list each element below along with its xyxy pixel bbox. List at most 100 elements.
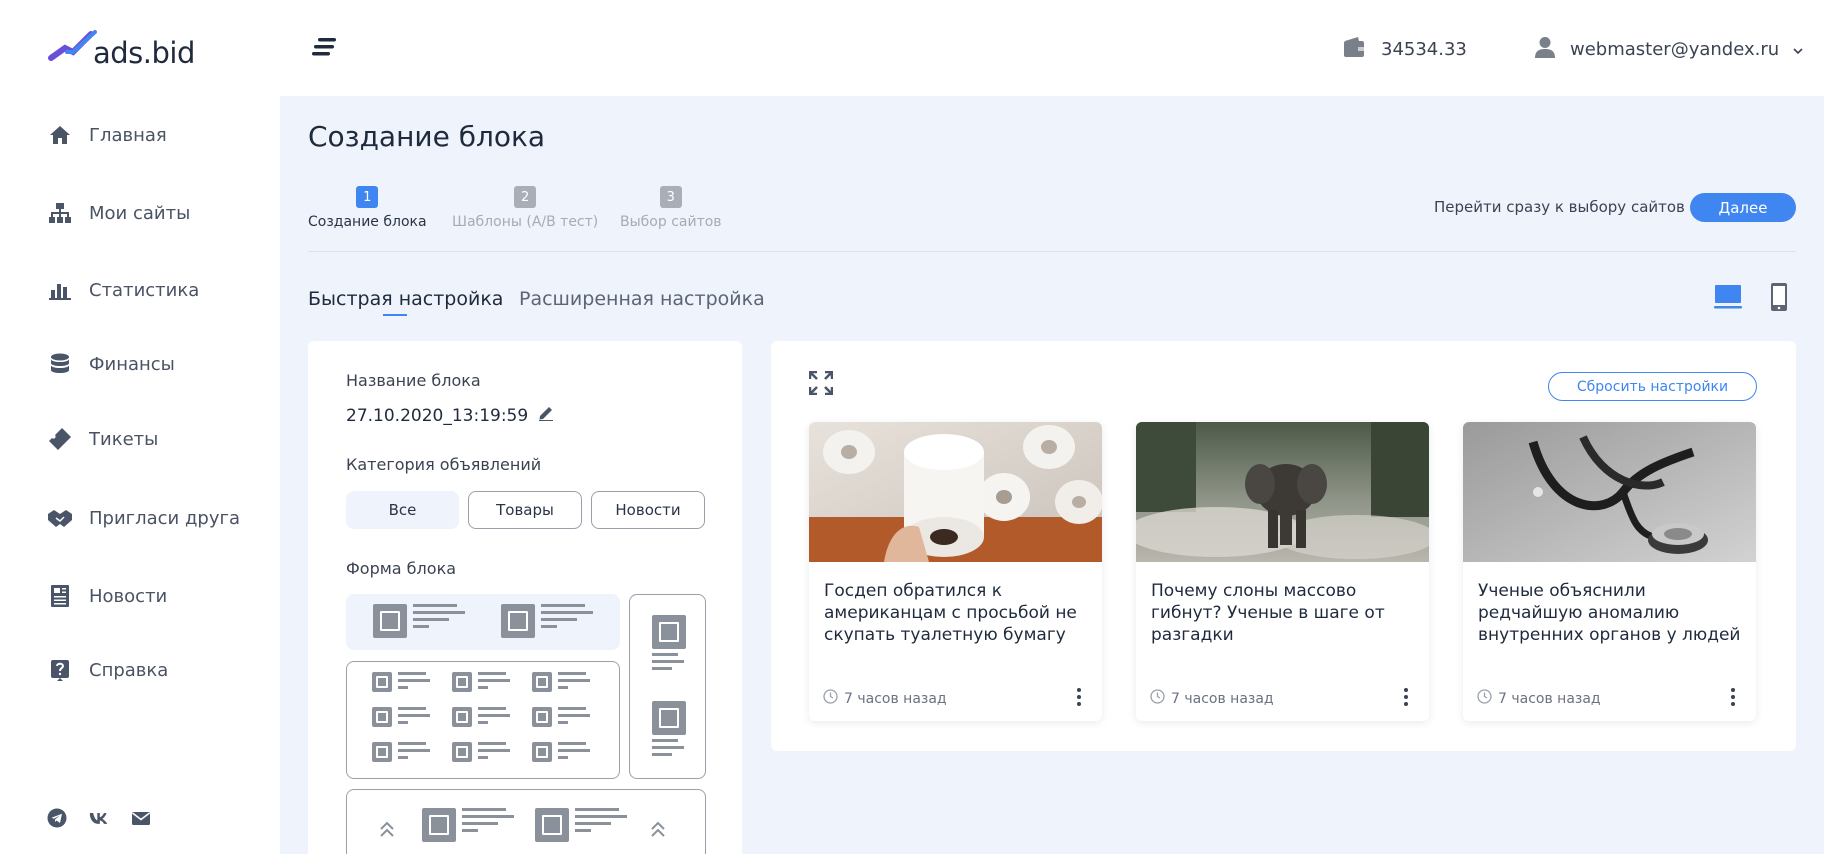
step-number: 3 — [659, 186, 682, 208]
step-label: Создание блока — [308, 214, 427, 230]
sidebar-item-finance[interactable]: Финансы — [47, 347, 277, 381]
sidebar-item-news[interactable]: Новости — [47, 579, 277, 613]
newspaper-icon — [47, 583, 73, 609]
bar-chart-icon — [47, 277, 73, 303]
stethoscope-photo — [1463, 422, 1756, 562]
social-links — [47, 808, 151, 828]
sidebar-item-help[interactable]: Справка — [47, 653, 277, 687]
step-number: 1 — [356, 186, 379, 208]
card-meta: 7 часов назад — [1477, 689, 1601, 708]
tab-advanced-settings[interactable]: Расширенная настройка — [519, 288, 765, 310]
layout-preview — [535, 808, 627, 842]
sidebar-item-label: Новости — [89, 585, 168, 607]
sidebar-item-label: Финансы — [89, 353, 175, 375]
card-title: Госдеп обратился к американцам с просьбо… — [824, 581, 1077, 645]
quick-settings-panel: Название блока 27.10.2020_13:19:59 Катег… — [308, 341, 742, 854]
sidebar-item-tickets[interactable]: Тикеты — [47, 422, 277, 456]
reset-settings-button[interactable]: Сбросить настройки — [1548, 372, 1757, 401]
category-label: Категория объявлений — [346, 455, 542, 474]
home-icon — [47, 122, 73, 148]
more-options-icon[interactable] — [1403, 687, 1409, 707]
top-header: 34534.33 webmaster@yandex.ru — [280, 0, 1824, 96]
handshake-icon — [47, 505, 73, 531]
news-card[interactable]: Почему слоны массово гибнут? Ученые в ша… — [1136, 422, 1429, 721]
clock-icon — [1150, 689, 1165, 708]
toilet-paper-photo — [809, 422, 1102, 562]
form-option-3x3[interactable] — [346, 661, 620, 779]
sitemap-icon — [47, 200, 73, 226]
sidebar-item-label: Пригласи друга — [89, 507, 240, 529]
sidebar-item-home[interactable]: Главная — [47, 118, 277, 152]
step-site-selection[interactable]: 3 Выбор сайтов — [620, 186, 722, 230]
step-label: Шаблоны (A/B тест) — [452, 214, 599, 230]
block-name-label: Название блока — [346, 371, 481, 390]
skip-to-sites-link[interactable]: Перейти сразу к выбору сайтов — [1434, 198, 1685, 216]
sidebar-item-label: Статистика — [89, 279, 200, 301]
news-card[interactable]: Госдеп обратился к американцам с просьбо… — [809, 422, 1102, 721]
page-title: Создание блока — [308, 120, 546, 153]
category-goods-button[interactable]: Товары — [468, 491, 582, 529]
clock-icon — [1477, 689, 1492, 708]
sidebar: ads.bid Главная Мои сайты Статистика Фин… — [0, 0, 280, 854]
step-templates[interactable]: 2 Шаблоны (A/B тест) — [452, 186, 598, 230]
sidebar-item-statistics[interactable]: Статистика — [47, 273, 277, 307]
logo-mark-icon — [48, 30, 97, 61]
layout-preview — [372, 742, 430, 762]
layout-preview — [532, 742, 590, 762]
telegram-icon[interactable] — [47, 808, 67, 828]
desktop-view-icon[interactable] — [1714, 282, 1742, 314]
balance[interactable]: 34534.33 — [1343, 36, 1467, 62]
chevrons-up-icon[interactable] — [650, 820, 666, 842]
mail-icon[interactable] — [131, 808, 151, 828]
balance-value: 34534.33 — [1381, 38, 1467, 60]
card-time: 7 часов назад — [844, 690, 947, 707]
layout-preview — [422, 808, 514, 842]
user-email: webmaster@yandex.ru — [1570, 38, 1780, 60]
user-icon — [1534, 36, 1556, 62]
help-icon — [47, 657, 73, 683]
elephant-photo — [1136, 422, 1429, 562]
form-option-2x1[interactable] — [346, 594, 620, 650]
layout-preview — [532, 707, 590, 727]
step-label: Выбор сайтов — [620, 214, 722, 230]
layout-preview — [452, 707, 510, 727]
active-tab-indicator — [383, 314, 407, 316]
divider — [308, 251, 1796, 252]
card-time: 7 часов назад — [1171, 690, 1274, 707]
expand-icon[interactable] — [808, 370, 834, 396]
sidebar-item-invite-friend[interactable]: Пригласи друга — [47, 501, 277, 535]
sidebar-item-label: Мои сайты — [89, 202, 191, 224]
category-news-button[interactable]: Новости — [591, 491, 705, 529]
sidebar-item-label: Справка — [89, 659, 169, 681]
card-meta: 7 часов назад — [823, 689, 947, 708]
mobile-view-icon[interactable] — [1770, 282, 1788, 316]
tab-quick-settings[interactable]: Быстрая настройка — [308, 288, 503, 310]
next-button[interactable]: Далее — [1690, 193, 1796, 222]
edit-pencil-icon[interactable] — [538, 405, 554, 426]
step-number: 2 — [514, 186, 537, 208]
layout-preview — [372, 672, 430, 692]
logo-text: ads.bid — [93, 36, 195, 70]
layout-preview — [372, 707, 430, 727]
chevron-down-icon — [1793, 40, 1803, 59]
clock-icon — [823, 689, 838, 708]
block-name-value: 27.10.2020_13:19:59 — [346, 405, 529, 426]
wallet-icon — [1343, 36, 1365, 62]
news-card[interactable]: Ученые объяснили редчайшую аномалию внут… — [1463, 422, 1756, 721]
chevrons-up-icon[interactable] — [379, 820, 395, 842]
sidebar-item-my-sites[interactable]: Мои сайты — [47, 196, 277, 230]
category-all-button[interactable]: Все — [346, 491, 459, 529]
user-menu[interactable]: webmaster@yandex.ru — [1534, 36, 1803, 62]
more-options-icon[interactable] — [1076, 687, 1082, 707]
more-options-icon[interactable] — [1730, 687, 1736, 707]
layout-preview — [532, 672, 590, 692]
menu-toggle-icon[interactable] — [310, 36, 340, 58]
block-name-field[interactable]: 27.10.2020_13:19:59 — [346, 405, 554, 426]
layout-preview — [452, 672, 510, 692]
step-create-block[interactable]: 1 Создание блока — [308, 186, 427, 230]
logo[interactable]: ads.bid — [47, 22, 195, 68]
form-option-slider[interactable] — [346, 789, 706, 854]
ticket-icon — [47, 426, 73, 452]
form-option-vertical[interactable] — [629, 594, 706, 779]
vk-icon[interactable] — [89, 808, 109, 828]
